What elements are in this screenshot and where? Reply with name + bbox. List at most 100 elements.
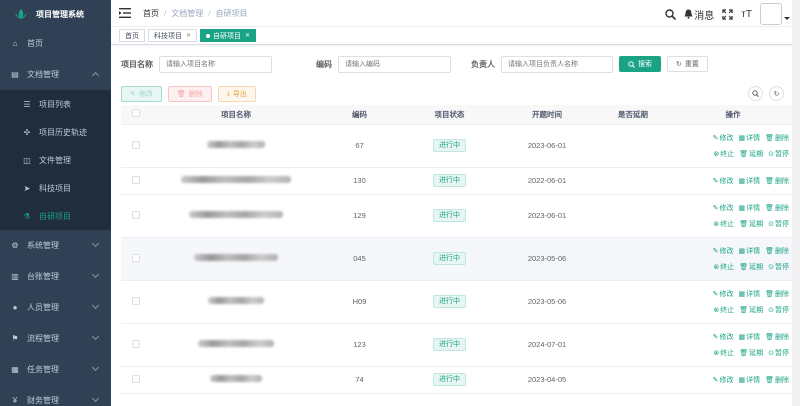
start-cell: 2022-06-01 [501,167,593,195]
terminate-action[interactable]: ⊗ 终止 [713,305,734,315]
action-label: 删除 [775,290,789,298]
message-button[interactable]: 消息 [684,7,714,22]
sidebar-item-0[interactable]: ⌂ 首页 [0,28,111,59]
table-row[interactable]: 045 进行中 2023-05-06 ✎ 修改 ▦ 详情 🗑 删除 ⊗ 终止 🗑 延期 ⊙ 暂停 [121,237,793,281]
owner-input[interactable] [501,55,613,73]
pause-action[interactable]: ⊙ 暂停 [768,305,789,315]
edit-action[interactable]: ✎ 修改 [713,332,734,342]
pause-action[interactable]: ⊙ 暂停 [768,219,789,229]
tag-label: 首页 [125,32,139,40]
detail-action[interactable]: ▦ 详情 [738,332,760,342]
sidebar-item-1[interactable]: ▤ 文档管理 [0,59,111,90]
terminate-action[interactable]: ⊗ 终止 [713,149,734,159]
pause-action[interactable]: ⊙ 暂停 [768,262,789,272]
font-size-icon[interactable]: тT [741,9,752,20]
detail-action[interactable]: ▦ 详情 [738,375,760,385]
row-checkbox[interactable] [132,296,140,305]
sidebar-item-2[interactable]: ⚙ 系统管理 [0,230,111,261]
sidebar-item-3[interactable]: ▥ 台账管理 [0,261,111,292]
terminate-action[interactable]: ⊗ 终止 [713,219,734,229]
user-menu[interactable] [760,3,790,25]
action-label: 删除 [775,247,789,255]
delete-action[interactable]: 🗑 删除 [765,375,789,385]
row-checkbox[interactable] [132,210,140,219]
row-checkbox[interactable] [132,339,140,348]
delete-action[interactable]: 🗑 删除 [765,203,789,213]
page-scrollbar[interactable] [792,0,800,406]
sidebar-item-7[interactable]: ¥ 财务管理 [0,385,111,406]
trash-icon: 🗑 [765,247,774,255]
pause-action[interactable]: ⊙ 暂停 [768,149,789,159]
detail-action[interactable]: ▦ 详情 [738,246,760,256]
delay-action[interactable]: 🗑 延期 [739,305,763,315]
fullscreen-icon[interactable] [722,8,733,20]
trash-icon: 🗑 [765,290,774,298]
table-row[interactable]: 129 进行中 2023-06-01 ✎ 修改 ▦ 详情 🗑 删除 ⊗ 终止 🗑 延期 ⊙ 暂停 [121,194,793,238]
delete-action[interactable]: 🗑 删除 [765,246,789,256]
detail-action[interactable]: ▦ 详情 [738,133,760,143]
edit-action[interactable]: ✎ 修改 [713,375,734,385]
refresh-button[interactable]: ↻ [769,86,784,101]
delete-action[interactable]: 🗑 删除 [765,332,789,342]
pause-action[interactable]: ⊙ 暂停 [768,348,789,358]
terminate-action[interactable]: ⊗ 终止 [713,348,734,358]
actions-line: ✎ 修改 ▦ 详情 🗑 删除 [713,332,789,342]
edit-button[interactable]: ✎ 修改 [121,86,162,102]
table-row[interactable]: 123 进行中 2024-07-01 ✎ 修改 ▦ 详情 🗑 删除 ⊗ 终止 🗑 延期 ⊙ 暂停 [121,323,793,367]
row-checkbox[interactable] [132,175,140,184]
delete-action[interactable]: 🗑 删除 [765,176,789,186]
table-row[interactable]: 67 进行中 2023-06-01 ✎ 修改 ▦ 详情 🗑 删除 ⊗ 终止 🗑 延期 ⊙ 暂停 [121,124,793,168]
reset-button[interactable]: ↻ 重置 [667,56,708,72]
close-icon[interactable]: ✕ [245,32,250,39]
edit-action[interactable]: ✎ 修改 [713,176,734,186]
code-cell: 123 [321,323,398,367]
detail-action[interactable]: ▦ 详情 [738,203,760,213]
code-cell: 74 [321,366,398,394]
table-header-row: 项目名称 编码 项目状态 开题时间 是否延期 操作 [121,105,793,125]
toggle-search-button[interactable] [748,86,763,101]
sidebar-subitem-2[interactable]: ◫ 文件管理 [0,146,111,174]
tag-0[interactable]: 首页 [119,29,145,42]
project-name-input[interactable] [159,55,272,73]
action-label: 详情 [746,247,761,255]
tag-1[interactable]: 科技项目 ✕ [148,29,198,42]
row-checkbox[interactable] [132,374,140,383]
row-checkbox[interactable] [132,253,140,262]
delete-action[interactable]: 🗑 删除 [765,289,789,299]
table-row[interactable]: 74 进行中 2023-04-05 ✎ 修改 ▦ 详情 🗑 删除 [121,366,793,394]
table-row[interactable]: 130 进行中 2022-06-01 ✎ 修改 ▦ 详情 🗑 删除 [121,167,793,195]
terminate-action[interactable]: ⊗ 终止 [713,262,734,272]
status-badge: 进行中 [433,252,466,265]
breadcrumb-home[interactable]: 首页 [143,8,159,19]
hamburger-icon[interactable] [119,8,131,18]
app-logo[interactable]: 项目管理系统 [0,0,111,28]
row-checkbox[interactable] [132,140,140,149]
edit-action[interactable]: ✎ 修改 [713,203,734,213]
search-button[interactable]: 搜索 [619,56,661,72]
sidebar-subitem-1[interactable]: ✣ 项目历史轨迹 [0,118,111,146]
delay-action[interactable]: 🗑 延期 [739,348,763,358]
close-icon[interactable]: ✕ [186,32,191,39]
delay-action[interactable]: 🗑 延期 [739,262,763,272]
tag-2[interactable]: 自研项目 ✕ [200,29,257,42]
edit-action[interactable]: ✎ 修改 [713,246,734,256]
sidebar-subitem-3[interactable]: ➤ 科技项目 [0,174,111,202]
detail-action[interactable]: ▦ 详情 [738,289,760,299]
delete-button[interactable]: 🗑 删除 [167,86,212,102]
delay-action[interactable]: 🗑 延期 [739,219,763,229]
delay-action[interactable]: 🗑 延期 [739,149,763,159]
search-icon[interactable] [665,8,677,20]
edit-action[interactable]: ✎ 修改 [713,133,734,143]
detail-action[interactable]: ▦ 详情 [738,176,760,186]
sidebar-item-5[interactable]: ⚑ 流程管理 [0,323,111,354]
sidebar-subitem-4[interactable]: ⚗ 自研项目 [0,202,111,230]
sidebar-item-4[interactable]: ● 人员管理 [0,292,111,323]
edit-action[interactable]: ✎ 修改 [713,289,734,299]
code-input[interactable] [338,55,451,73]
delete-action[interactable]: 🗑 删除 [765,133,789,143]
sidebar-item-6[interactable]: ▦ 任务管理 [0,354,111,385]
select-all-checkbox[interactable] [132,109,140,118]
export-button[interactable]: ⤓ 导出 [217,86,256,102]
sidebar-subitem-0[interactable]: ☰ 项目列表 [0,90,111,118]
table-row[interactable]: H09 进行中 2023-05-06 ✎ 修改 ▦ 详情 🗑 删除 ⊗ 终止 🗑 延期 ⊙ 暂停 [121,280,793,324]
